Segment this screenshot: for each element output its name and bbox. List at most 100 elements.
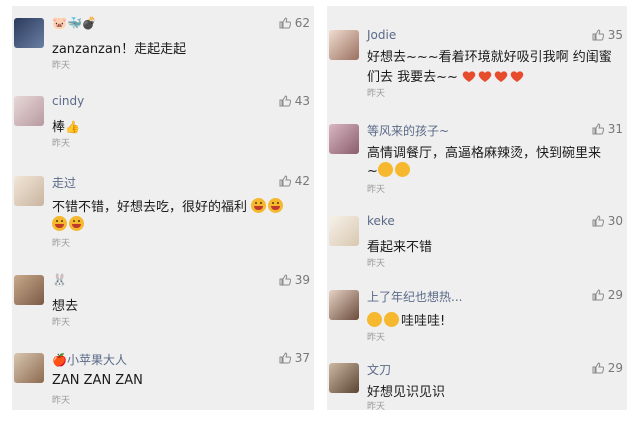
comment-time: 昨天 (367, 259, 386, 269)
like-button[interactable]: 42 (279, 174, 310, 188)
like-button[interactable]: 43 (279, 94, 310, 108)
thumbs-up-icon (592, 215, 604, 227)
comment-text-line2: ~ (367, 162, 412, 179)
comment-item: 上了年纪也想热... 哇哇哇! 昨天 29 (327, 288, 627, 348)
grin-emoji-icon (52, 216, 67, 231)
comments-panel-right: Jodie 好想去~~~看着环境就好吸引我啊 约闺蜜 们去 我要去~~ 昨天 3… (327, 6, 627, 412)
comment-text: ZAN ZAN ZAN (52, 373, 143, 388)
comment-time: 昨天 (367, 89, 386, 99)
thumbs-up-emoji-icon: 👍 (65, 120, 80, 134)
like-button[interactable]: 35 (592, 28, 623, 42)
comment-time: 昨天 (52, 396, 71, 406)
like-count: 31 (607, 122, 623, 136)
comment-item: 文刀 好想见识见识 昨天 29 (327, 361, 627, 412)
grin-emoji-icon (69, 216, 84, 231)
like-button[interactable]: 29 (592, 361, 623, 375)
thumbs-up-icon (592, 123, 604, 135)
like-button[interactable]: 39 (279, 273, 310, 287)
like-button[interactable]: 62 (279, 16, 310, 30)
comment-item: cindy 棒👍 昨天 43 (12, 94, 314, 154)
like-count: 29 (607, 288, 623, 302)
like-count: 29 (607, 361, 623, 375)
comment-author[interactable]: 🐰 (52, 273, 67, 287)
avatar[interactable] (14, 18, 44, 48)
like-count: 62 (294, 16, 310, 30)
comment-emoji-line (52, 216, 86, 233)
thumbs-up-icon (592, 29, 604, 41)
thumbs-up-icon (279, 95, 291, 107)
comment-text: 看起来不错 (367, 240, 433, 255)
comment-item: 🐰 想去 昨天 39 (12, 273, 314, 333)
comment-author[interactable]: cindy (52, 94, 84, 108)
grin-emoji-icon (268, 198, 284, 213)
heart-eyes-emoji-icon (394, 162, 410, 177)
comment-text: 不错不错，好想去吃，很好的福利 (52, 196, 285, 215)
comment-time: 昨天 (52, 239, 71, 249)
comment-text: 棒👍 (52, 120, 80, 135)
avatar[interactable] (329, 30, 359, 60)
like-button[interactable]: 31 (592, 122, 623, 136)
comment-item: keke 看起来不错 昨天 30 (327, 214, 627, 274)
comment-author[interactable]: 文刀 (367, 361, 391, 378)
heart-icon (494, 70, 508, 83)
heart-eyes-emoji-icon (377, 162, 393, 177)
comment-author[interactable]: 🍎小苹果大人 (52, 351, 127, 368)
comment-author[interactable]: Jodie (367, 28, 396, 42)
comment-author[interactable]: 等风来的孩子~ (367, 122, 449, 139)
comment-text: 好想去~~~看着环境就好吸引我啊 约闺蜜 (367, 50, 612, 65)
comment-text: 想去 (52, 299, 79, 314)
like-button[interactable]: 30 (592, 214, 623, 228)
heart-icon (510, 70, 524, 83)
comments-panel-left: 🐷🐳💣 zanzanzan！走起走起 昨天 62 cindy 棒👍 昨天 43 … (12, 6, 314, 410)
avatar[interactable] (14, 96, 44, 126)
heart-eyes-emoji-icon (367, 312, 382, 327)
comment-author[interactable]: 🐷🐳💣 (52, 16, 97, 30)
avatar[interactable] (329, 290, 359, 320)
comment-item: 走过 不错不错，好想去吃，很好的福利 昨天 42 (12, 174, 314, 254)
avatar[interactable] (329, 363, 359, 393)
avatar[interactable] (14, 176, 44, 206)
comment-item: Jodie 好想去~~~看着环境就好吸引我啊 约闺蜜 们去 我要去~~ 昨天 3… (327, 28, 627, 108)
comment-author[interactable]: 走过 (52, 174, 76, 191)
avatar[interactable] (14, 353, 44, 383)
like-count: 37 (294, 351, 310, 365)
comment-text: 好想见识见识 (367, 385, 446, 400)
comment-author[interactable]: keke (367, 214, 395, 228)
comment-time: 昨天 (52, 61, 71, 71)
thumbs-up-icon (592, 289, 604, 301)
comment-author[interactable]: 上了年纪也想热... (367, 288, 462, 305)
thumbs-up-icon (279, 352, 291, 364)
like-button[interactable]: 37 (279, 351, 310, 365)
comment-text: 高情调餐厅，高逼格麻辣烫，快到碗里来 (367, 146, 602, 161)
comment-time: 昨天 (367, 185, 386, 195)
like-count: 43 (294, 94, 310, 108)
comment-text-line2: 们去 我要去~~ (367, 66, 526, 85)
like-count: 30 (607, 214, 623, 228)
comment-time: 昨天 (52, 318, 71, 328)
thumbs-up-icon (279, 274, 291, 286)
pig-icon: 🐷 (52, 16, 67, 30)
heart-icon (462, 70, 476, 83)
comment-item: 🍎小苹果大人 ZAN ZAN ZAN 昨天 37 (12, 351, 314, 411)
thumbs-up-icon (592, 362, 604, 374)
heart-eyes-emoji-icon (384, 312, 399, 327)
like-count: 35 (607, 28, 623, 42)
avatar[interactable] (329, 216, 359, 246)
comment-text: zanzanzan！走起走起 (52, 42, 187, 57)
like-button[interactable]: 29 (592, 288, 623, 302)
avatar[interactable] (329, 124, 359, 154)
thumbs-up-icon (279, 175, 291, 187)
comment-time: 昨天 (52, 139, 71, 149)
avatar[interactable] (14, 275, 44, 305)
apple-icon: 🍎 (52, 353, 67, 367)
comment-item: 🐷🐳💣 zanzanzan！走起走起 昨天 62 (12, 16, 314, 76)
whale-icon: 🐳 (66, 16, 82, 30)
like-count: 42 (294, 174, 310, 188)
comment-text: 哇哇哇! (367, 310, 445, 329)
bomb-icon: 💣 (81, 16, 97, 30)
grin-emoji-icon (251, 198, 267, 213)
heart-icon (478, 70, 492, 83)
comment-time: 昨天 (367, 333, 386, 343)
comment-item: 等风来的孩子~ 高情调餐厅，高逼格麻辣烫，快到碗里来 ~ 昨天 31 (327, 122, 627, 202)
thumbs-up-icon (279, 17, 291, 29)
